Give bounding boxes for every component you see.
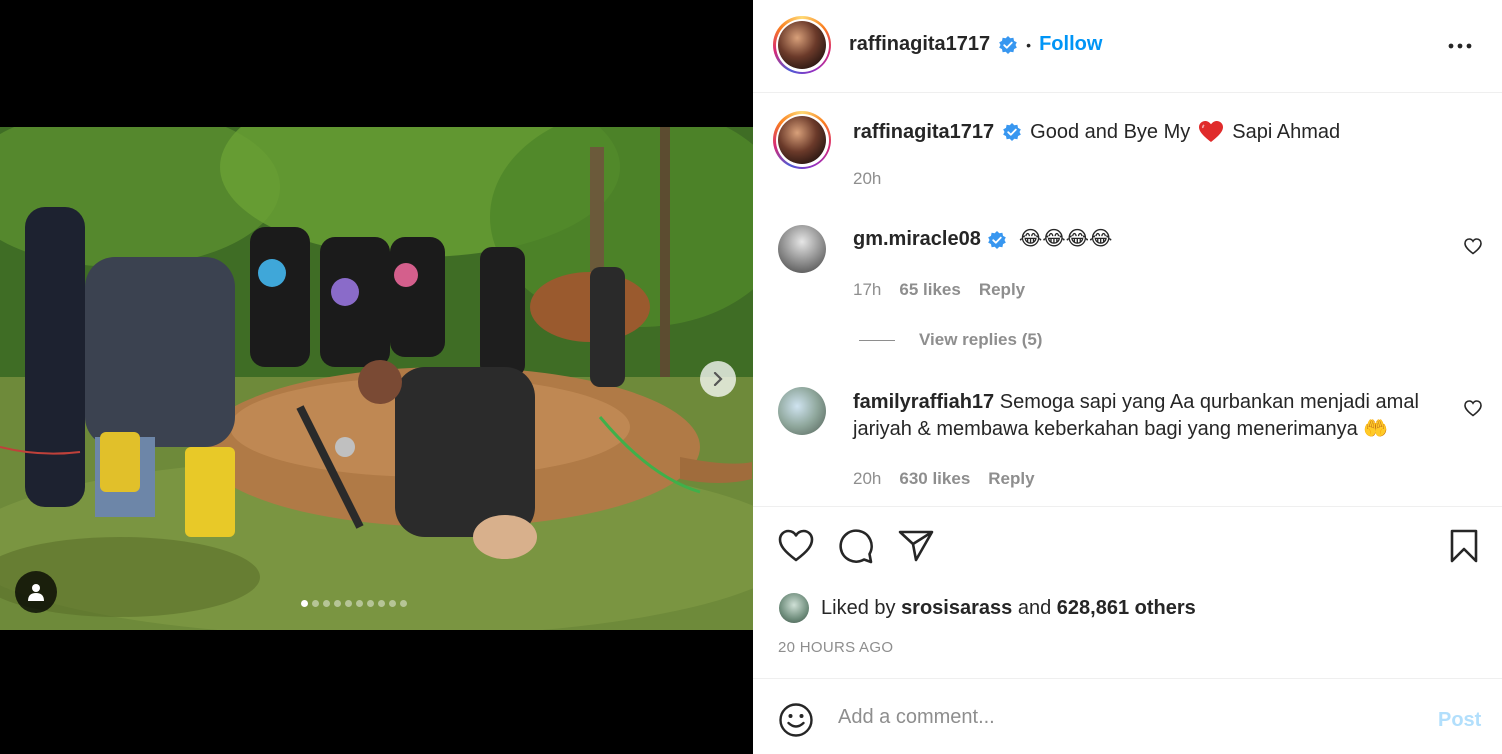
- liker-username[interactable]: srosisarass: [901, 597, 1012, 620]
- comment-time: 20h: [853, 469, 882, 488]
- author-username[interactable]: raffinagita1717: [849, 33, 990, 56]
- comment-input[interactable]: [838, 697, 1398, 737]
- carousel-dot: [389, 600, 396, 607]
- carousel-dot: [356, 600, 363, 607]
- post-header: raffinagita1717 • Follow: [753, 0, 1502, 93]
- likes-prefix: Liked by: [821, 596, 896, 619]
- comment-text-line1: Semoga sapi yang Aa qurbankan menjadi am…: [999, 391, 1419, 413]
- post-photo[interactable]: [0, 127, 753, 630]
- likes-joiner: and: [1017, 596, 1052, 619]
- chevron-right-icon: [713, 372, 723, 386]
- comment-item: gm.miracle08 😂😂😂😂: [853, 226, 1112, 253]
- follow-button[interactable]: Follow: [1039, 33, 1102, 56]
- commenter-avatar[interactable]: [778, 225, 826, 273]
- caption-time: 20h: [853, 169, 882, 188]
- more-options-icon[interactable]: [1447, 36, 1473, 56]
- share-send-icon[interactable]: [898, 529, 934, 563]
- commenter-avatar[interactable]: [778, 387, 826, 435]
- comment-username[interactable]: gm.miracle08: [853, 226, 981, 253]
- caption-username[interactable]: raffinagita1717: [853, 121, 994, 144]
- likes-others[interactable]: 628,861 others: [1057, 597, 1196, 620]
- verified-badge-icon: [999, 35, 1017, 54]
- next-slide-button[interactable]: [700, 361, 736, 397]
- comment-meta: 17h 65 likes Reply: [853, 280, 1025, 300]
- red-heart-emoji-icon: [1199, 121, 1224, 142]
- comment-item: familyraffiah17 Semoga sapi yang Aa qurb…: [853, 389, 1453, 443]
- carousel-dot: [400, 600, 407, 607]
- post-timestamp[interactable]: 20 HOURS AGO: [778, 639, 893, 656]
- comment-likes[interactable]: 630 likes: [899, 469, 970, 489]
- reply-button[interactable]: Reply: [979, 280, 1025, 300]
- tagged-users-button[interactable]: [15, 571, 57, 613]
- caption-text-tail: Sapi Ahmad: [1232, 120, 1341, 143]
- post-comment-button[interactable]: Post: [1438, 709, 1481, 732]
- carousel-indicator: [301, 600, 407, 607]
- verified-badge-icon: [988, 230, 1006, 249]
- emoji-picker-icon[interactable]: [778, 702, 814, 738]
- post-media-pane: [0, 0, 753, 754]
- carousel-dot: [367, 600, 374, 607]
- likes-summary: Liked by srosisarass and 628,861 others: [779, 593, 1196, 623]
- caption-text: Good and Bye My: [1030, 120, 1191, 143]
- replies-divider: [859, 339, 895, 341]
- view-replies-label: View replies (5): [919, 330, 1043, 349]
- comment-icon[interactable]: [838, 529, 874, 565]
- caption: raffinagita1717 Good and Bye My Sapi Ahm…: [853, 120, 1340, 144]
- like-comment-heart-icon[interactable]: [1464, 400, 1482, 417]
- verified-badge-icon: [1003, 123, 1021, 141]
- carousel-dot: [312, 600, 319, 607]
- reply-button[interactable]: Reply: [988, 469, 1034, 489]
- comment-text: 😂😂😂😂: [1018, 228, 1113, 250]
- carousel-dot: [345, 600, 352, 607]
- comment-username[interactable]: familyraffiah17: [853, 391, 994, 413]
- comment-meta: 20h 630 likes Reply: [853, 469, 1035, 489]
- carousel-dot: [378, 600, 385, 607]
- save-bookmark-icon[interactable]: [1449, 529, 1479, 563]
- photo-illustration: [0, 127, 753, 630]
- carousel-dot: [334, 600, 341, 607]
- comment-composer: Post: [753, 678, 1502, 754]
- post-details-pane: raffinagita1717 • Follow raffinagita1717…: [753, 0, 1502, 754]
- caption-author-avatar[interactable]: [773, 111, 831, 169]
- carousel-dot: [323, 600, 330, 607]
- author-avatar[interactable]: [773, 16, 831, 74]
- view-replies-button[interactable]: View replies (5): [859, 330, 1042, 350]
- liker-avatar[interactable]: [779, 593, 809, 623]
- comment-likes[interactable]: 65 likes: [899, 280, 960, 300]
- post-actions: Liked by srosisarass and 628,861 others …: [753, 506, 1502, 676]
- carousel-dot: [301, 600, 308, 607]
- comment-time: 17h: [853, 280, 882, 299]
- like-heart-icon[interactable]: [778, 529, 814, 563]
- comment-text-line2: jariyah & membawa keberkahan bagi yang m…: [853, 418, 1389, 440]
- user-icon: [28, 584, 44, 601]
- like-comment-heart-icon[interactable]: [1464, 238, 1482, 255]
- header-separator: •: [1026, 36, 1032, 53]
